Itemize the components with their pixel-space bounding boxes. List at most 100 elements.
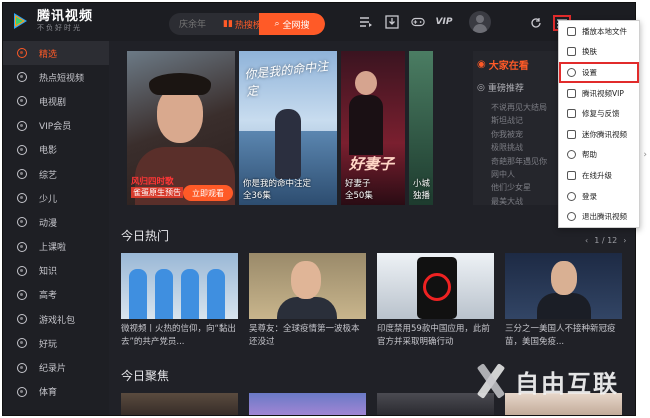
hot-search-link[interactable]: ▮▮ 热搜榜 [223,18,262,31]
video-title: 微视频丨火热的信仰，向“黏出去”的共产党员... [121,324,236,347]
sidebar-item-movie[interactable]: 电影 [3,138,109,162]
sidebar-item-kids[interactable]: 少儿 [3,186,109,210]
search-input[interactable] [169,19,219,29]
banner-poster-4[interactable]: 小城 独播 [409,51,433,205]
poster-subtitle: 雀蛋原生预告 [131,187,183,198]
banner-carousel: 风归四时歌 雀蛋原生预告 立即观看 你是我的命中注定 你是我的命中注定 全36集… [127,51,467,205]
gaokao-icon [17,289,27,300]
video-title: 印度禁用59款中国应用，此前官方并采取明确行动 [377,324,490,347]
gift-icon [17,314,27,325]
tencent-video-logo-icon [11,11,31,31]
game-controller-icon[interactable] [411,15,425,29]
submenu-arrow-icon: › [643,149,647,160]
tv-icon [17,96,27,107]
menu-item-vip[interactable]: 腾讯视频VIP [559,83,639,104]
sidebar-item-hot-short-video[interactable]: 热点短视频 [3,65,109,89]
sidebar-item-variety[interactable]: 综艺 [3,162,109,186]
list-item[interactable]: 极限挑战 [491,141,547,154]
gear-icon [567,67,576,77]
list-item[interactable]: 最美大战 [491,195,547,208]
sidebar-item-fun[interactable]: 好玩 [3,331,109,355]
video-card[interactable] [249,393,366,415]
sidebar-item-sports[interactable]: 体育 [3,380,109,404]
list-item[interactable]: 不说再见大结局 [491,101,547,114]
menu-item-repair-feedback[interactable]: 修复与反馈 [559,103,639,124]
banner-poster-2[interactable]: 你是我的命中注定 你是我的命中注定 全36集 [239,51,337,205]
video-thumbnail [249,253,366,319]
fun-icon [17,338,27,349]
video-thumbnail [249,393,366,415]
playlist-icon[interactable] [359,15,373,29]
list-item[interactable]: 你我被宠 [491,128,547,141]
list-item[interactable]: 网中人 [491,168,547,181]
next-arrow-icon[interactable]: › [623,236,626,245]
title-bar: 腾讯视频 不负好时光 ▮▮ 热搜榜 ⌕ 全网搜 [3,3,635,41]
poster-title: 好妻子 [345,179,371,189]
folder-icon [567,26,576,36]
list-item[interactable]: 斯坦战记 [491,114,547,127]
poster-episodes: 独播 [413,191,431,201]
menu-item-help[interactable]: 帮助 › [559,145,647,166]
list-item[interactable]: 他们少女星 [491,181,547,194]
user-avatar[interactable] [469,11,491,33]
hot-cards-row: 微视频丨火热的信仰，向“黏出去”的共产党员... 吴尊友：全球疫情第一波极本还没… [121,253,622,349]
variety-icon [17,169,27,180]
prev-arrow-icon[interactable]: ‹ [585,236,588,245]
video-card[interactable]: 吴尊友：全球疫情第一波极本还没过 [249,253,366,349]
video-thumbnail [505,253,622,319]
vip-member-icon [17,120,27,131]
sidebar-item-documentary[interactable]: 纪录片 [3,355,109,379]
video-card[interactable]: 三分之一美国人不接种新冠疫苗，美国免疫... [505,253,622,349]
poster-title-art: 好妻子 [349,155,395,173]
movie-icon [17,144,27,155]
menu-item-settings[interactable]: 设置 [559,62,639,83]
banner-poster-1[interactable]: 风归四时歌 雀蛋原生预告 立即观看 [127,51,235,205]
vip-icon[interactable]: VIP [436,15,453,29]
menu-item-online-upgrade[interactable]: 在线升级 [559,165,639,186]
video-card[interactable] [121,393,238,415]
anime-icon [17,217,27,228]
knowledge-icon [17,265,27,276]
menu-item-mini-player[interactable]: 迷你腾讯视频 [559,124,639,145]
video-thumbnail [377,253,494,319]
video-thumbnail [121,253,238,319]
sidebar-item-game-gift[interactable]: 游戏礼包 [3,307,109,331]
sidebar-item-class[interactable]: 上课啦 [3,235,109,259]
poster-title-art: 你是我的命中注定 [243,59,329,99]
sidebar-nav: 精选 热点短视频 电视剧 VIP会员 电影 综艺 少儿 动漫 上课啦 知识 高考… [3,41,109,415]
menu-item-play-local-file[interactable]: 播放本地文件 [559,21,639,42]
menu-item-exit[interactable]: 退出腾讯视频 [559,206,639,227]
video-title: 吴尊友：全球疫情第一波极本还没过 [249,324,360,347]
watermark-text: 自由互联 [515,369,619,398]
menu-item-skin[interactable]: 换肤 [559,42,639,63]
poster-title: 你是我的命中注定 [243,179,312,189]
trending-list: 不说再见大结局 斯坦战记 你我被宠 极限挑战 奇葩那年遇见你 网中人 他们少女星… [491,101,547,208]
sidebar-item-vip[interactable]: VIP会员 [3,114,109,138]
sidebar-item-knowledge[interactable]: 知识 [3,259,109,283]
poster-episodes: 全36集 [243,191,271,201]
main-content: 风归四时歌 雀蛋原生预告 立即观看 你是我的命中注定 你是我的命中注定 全36集… [109,41,635,415]
sidebar-item-tv-drama[interactable]: 电视剧 [3,89,109,113]
watch-now-button[interactable]: 立即观看 [183,185,233,201]
menu-item-login[interactable]: 登录 [559,186,639,207]
search-button[interactable]: ⌕ 全网搜 [259,13,325,35]
diamond-icon [567,88,576,98]
sidebar-item-anime[interactable]: 动漫 [3,210,109,234]
search-icon: ⌕ [274,19,280,29]
refresh-icon[interactable] [529,16,543,30]
sidebar-item-gaokao[interactable]: 高考 [3,283,109,307]
app-logo[interactable]: 腾讯视频 不负好时光 [11,10,93,32]
sidebar-item-featured[interactable]: 精选 [3,41,109,66]
video-card[interactable]: 微视频丨火热的信仰，向“黏出去”的共产党员... [121,253,238,349]
banner-poster-3[interactable]: 好妻子 好妻子 全50集 [341,51,405,205]
recommend-icon: ◎ [477,82,485,93]
focus-today-title: 今日聚焦 [121,369,170,383]
list-item[interactable]: 奇葩那年遇见你 [491,155,547,168]
trending-title: 大家在看 [488,61,529,72]
main-menu-dropdown: 播放本地文件 换肤 设置 腾讯视频VIP 修复与反馈 迷你腾讯视频 帮助 › 在线… [558,20,647,228]
poster-title: 小城 [413,179,431,189]
sports-icon [17,386,27,397]
video-card[interactable]: 印度禁用59款中国应用，此前官方并采取明确行动 [377,253,494,349]
page-indicator: ‹ 1 / 12 › [585,236,627,245]
download-icon[interactable] [385,15,399,29]
